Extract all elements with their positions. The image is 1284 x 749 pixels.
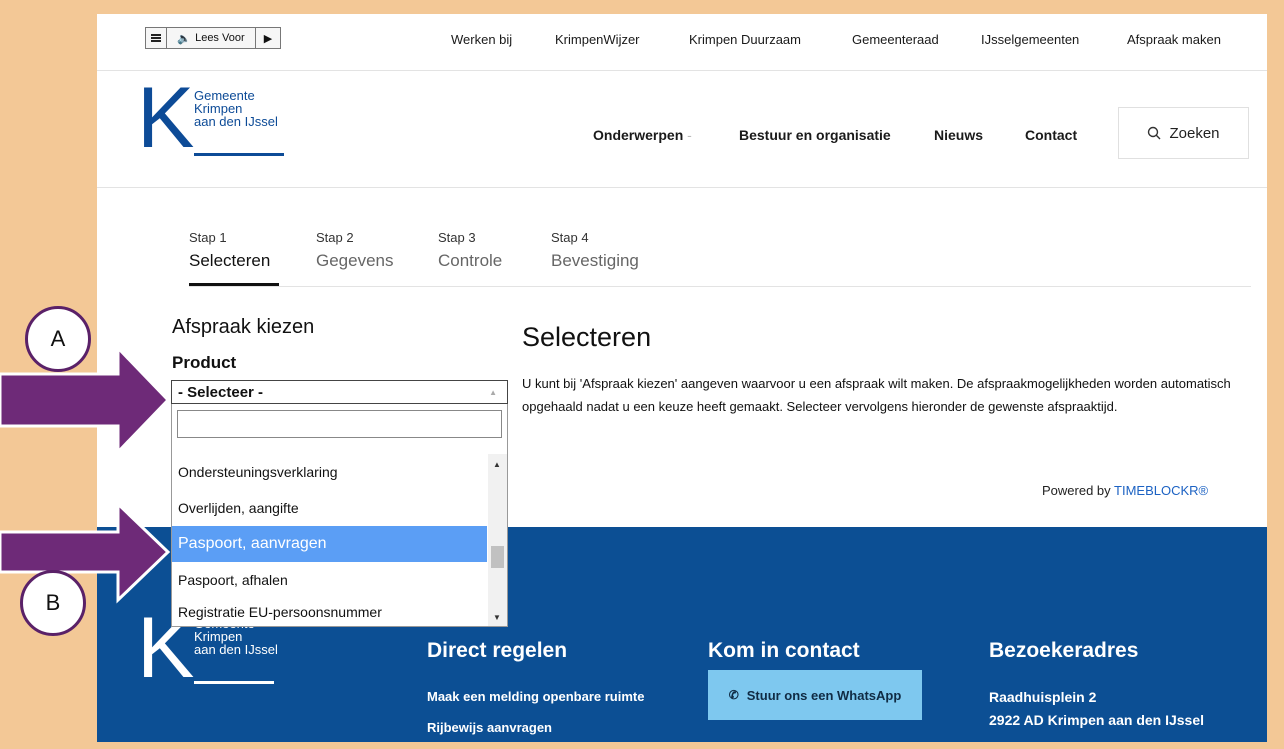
logo-line-3: aan den IJssel	[194, 114, 278, 129]
lees-voor-label: Lees Voor	[195, 32, 245, 44]
search-button[interactable]: Zoeken	[1118, 107, 1249, 159]
logo-text: Gemeente Krimpen aan den IJssel	[194, 89, 278, 128]
nav-onderwerpen[interactable]: Onderwerpen -	[593, 127, 692, 143]
product-select-value: - Selecteer -	[178, 384, 264, 401]
dropdown-option[interactable]: Registratie EU-persoonsnummer	[172, 598, 487, 620]
top-bar: 🔈 Lees Voor ▶ Werken bij KrimpenWijzer K…	[97, 14, 1267, 71]
step-number: Stap 1	[189, 230, 227, 245]
step-number: Stap 4	[551, 230, 589, 245]
annotation-badge-a: A	[25, 306, 91, 372]
toplink-krimpenwijzer[interactable]: KrimpenWijzer	[555, 32, 640, 47]
search-icon	[1148, 126, 1161, 140]
step-3: Stap 3 Controle	[438, 230, 502, 271]
dropdown-option[interactable]: Paspoort, afhalen	[172, 562, 487, 598]
powered-by-prefix: Powered by	[1042, 483, 1115, 498]
footer-logo-underline	[194, 681, 274, 684]
footer-address-title: Bezoekeradres	[989, 639, 1139, 662]
play-icon: ▶	[263, 32, 273, 45]
scroll-up-icon[interactable]: ▲	[493, 460, 501, 469]
powered-by: Powered by TIMEBLOCKR®	[1042, 483, 1208, 498]
scrollbar-thumb[interactable]	[491, 546, 504, 568]
annotation-arrow-a	[0, 344, 171, 456]
search-label: Zoeken	[1169, 124, 1220, 142]
lees-voor-button[interactable]: 🔈 Lees Voor	[167, 28, 256, 48]
speaker-icon: 🔈	[177, 32, 192, 45]
nav-nieuws[interactable]: Nieuws	[934, 127, 983, 143]
product-dropdown: Ondersteuningsverklaring Overlijden, aan…	[171, 404, 508, 627]
readspeaker-bar: 🔈 Lees Voor ▶	[145, 27, 281, 49]
footer-logo[interactable]: K Gemeente Krimpen aan den IJssel	[137, 605, 291, 695]
footer-link-rijbewijs[interactable]: Rijbewijs aanvragen	[427, 720, 552, 735]
product-select[interactable]: - Selecteer - ▲	[171, 380, 508, 404]
page-title: Selecteren	[522, 322, 652, 352]
readspeaker-menu-button[interactable]	[146, 28, 167, 48]
step-label: Gegevens	[316, 251, 394, 270]
toplink-gemeenteraad[interactable]: Gemeenteraad	[852, 32, 939, 47]
step-2: Stap 2 Gegevens	[316, 230, 394, 271]
toplink-werken-bij[interactable]: Werken bij	[451, 32, 512, 47]
whatsapp-button[interactable]: ✆ Stuur ons een WhatsApp	[708, 670, 922, 720]
scroll-down-icon[interactable]: ▼	[493, 613, 501, 622]
step-4: Stap 4 Bevestiging	[551, 230, 639, 271]
dropdown-option-selected[interactable]: Paspoort, aanvragen	[172, 526, 487, 562]
whatsapp-label: Stuur ons een WhatsApp	[746, 687, 902, 703]
play-button[interactable]: ▶	[256, 28, 280, 48]
whatsapp-icon: ✆	[728, 688, 739, 702]
afspraak-kiezen-heading: Afspraak kiezen	[172, 316, 315, 338]
dropdown-scrollbar[interactable]: ▲ ▼	[488, 454, 507, 626]
step-number: Stap 2	[316, 230, 354, 245]
dropdown-option[interactable]: Overlijden, aangifte	[172, 490, 487, 526]
dropdown-option[interactable]: Ondersteuningsverklaring	[172, 454, 487, 490]
footer-direct-regelen-title: Direct regelen	[427, 639, 568, 662]
nav-onderwerpen-label: Onderwerpen	[593, 127, 684, 143]
dropdown-options: Ondersteuningsverklaring Overlijden, aan…	[172, 454, 487, 620]
dropdown-dash-icon: -	[687, 127, 692, 143]
step-1: Stap 1 Selecteren	[189, 230, 270, 271]
site-logo[interactable]: K Gemeente Krimpen aan den IJssel	[137, 75, 291, 164]
step-label: Selecteren	[189, 251, 271, 270]
intro-text: U kunt bij 'Afspraak kiezen' aangeven wa…	[522, 376, 1231, 414]
web-page: 🔈 Lees Voor ▶ Werken bij KrimpenWijzer K…	[97, 14, 1267, 742]
step-label: Controle	[438, 251, 503, 270]
nav-contact[interactable]: Contact	[1025, 127, 1077, 143]
toplink-afspraak-maken[interactable]: Afspraak maken	[1127, 32, 1221, 47]
timeblockr-link[interactable]: TIMEBLOCKR®	[1114, 483, 1208, 498]
select-caret-icon: ▲	[489, 388, 497, 397]
nav-bestuur[interactable]: Bestuur en organisatie	[739, 127, 891, 143]
step-number: Stap 3	[438, 230, 476, 245]
steps-divider	[189, 286, 1251, 287]
menu-icon	[151, 34, 161, 42]
dropdown-search-input[interactable]	[177, 410, 502, 438]
footer-address-line-1: Raadhuisplein 2	[989, 689, 1097, 705]
toplink-krimpen-duurzaam[interactable]: Krimpen Duurzaam	[689, 32, 801, 47]
logo-underline	[194, 153, 284, 156]
footer-contact-title: Kom in contact	[708, 639, 860, 662]
annotation-badge-b: B	[20, 570, 86, 636]
footer-link-melding[interactable]: Maak een melding openbare ruimte	[427, 689, 644, 704]
toplink-ijsselgemeenten[interactable]: IJsselgemeenten	[981, 32, 1079, 47]
product-label: Product	[172, 353, 237, 372]
logo-line-3: aan den IJssel	[194, 642, 278, 657]
site-header: K Gemeente Krimpen aan den IJssel Onderw…	[97, 71, 1267, 188]
logo-letter: K	[137, 70, 195, 166]
step-label: Bevestiging	[551, 251, 639, 270]
footer-address-line-2: 2922 AD Krimpen aan den IJssel	[989, 712, 1205, 728]
